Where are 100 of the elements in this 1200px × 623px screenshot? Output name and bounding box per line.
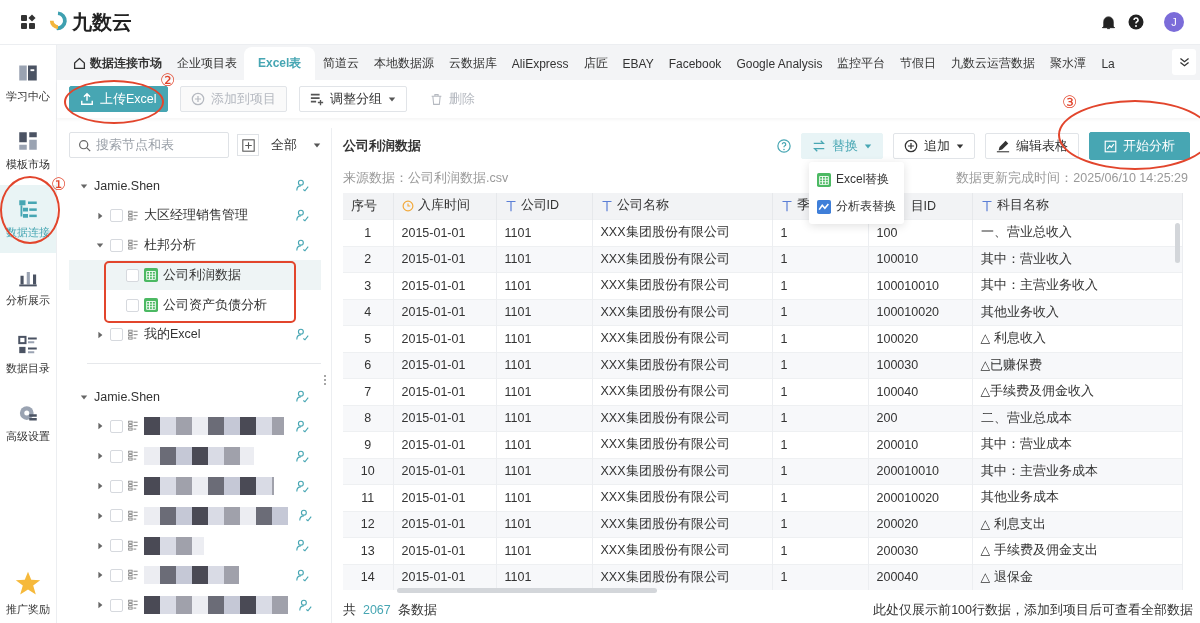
caret-right-icon[interactable]: [96, 601, 104, 610]
nav-item[interactable]: 高级设置: [0, 389, 56, 457]
table-cell: XXX集团股份有限公司: [592, 299, 772, 326]
checkbox[interactable]: [110, 419, 123, 433]
caret-right-icon[interactable]: [96, 482, 104, 491]
table-cell: XXX集团股份有限公司: [592, 458, 772, 485]
tab[interactable]: Facebook: [661, 47, 729, 80]
checkbox[interactable]: [110, 209, 123, 223]
text-type-icon: [600, 199, 613, 212]
nav-item[interactable]: 数据目录: [0, 321, 56, 389]
tree-item-label[interactable]: 公司资产负债分析: [163, 296, 309, 314]
table-cell: XXX集团股份有限公司: [592, 352, 772, 379]
table-cell: 1: [772, 352, 868, 379]
caret-right-icon[interactable]: [96, 541, 104, 550]
table-cell: 1101: [496, 458, 592, 485]
menu-item[interactable]: Excel替换: [809, 166, 904, 193]
checkbox[interactable]: [110, 568, 123, 582]
table-cell: 2015-01-01: [393, 564, 496, 590]
table-cell: XXX集团股份有限公司: [592, 564, 772, 590]
checkbox[interactable]: [126, 268, 139, 282]
share-user-icon: [299, 509, 312, 523]
checkbox[interactable]: [110, 598, 123, 612]
tab[interactable]: EBAY: [615, 47, 662, 80]
checkbox[interactable]: [110, 449, 123, 463]
scrollbar[interactable]: [1175, 223, 1180, 263]
nav-item[interactable]: 分析展示: [0, 253, 56, 321]
checkbox[interactable]: [126, 298, 139, 312]
tab[interactable]: AliExpress: [504, 47, 577, 80]
checkbox[interactable]: [110, 509, 123, 523]
tab[interactable]: 聚水潭: [1042, 47, 1094, 80]
caret-icon: [956, 142, 964, 150]
group-label[interactable]: Jamie.Shen: [94, 178, 291, 193]
table-cell: 1101: [496, 511, 592, 538]
table-cell: XXX集团股份有限公司: [592, 511, 772, 538]
tab[interactable]: 监控平台: [829, 47, 893, 80]
tab[interactable]: La: [1093, 47, 1123, 80]
nav-item[interactable]: 学习中心: [0, 49, 56, 117]
tab[interactable]: 节假日: [892, 47, 944, 80]
caret-down-icon[interactable]: [96, 241, 104, 250]
tab[interactable]: Google Analysis: [728, 47, 830, 80]
checkbox[interactable]: [110, 539, 123, 553]
caret-down-icon[interactable]: [80, 392, 88, 401]
filter-dropdown[interactable]: 全部: [271, 136, 321, 154]
column-header[interactable]: 科目名称: [972, 193, 1182, 220]
caret-right-icon[interactable]: [96, 422, 104, 431]
folder-grid-icon: [128, 509, 139, 522]
toolbar-button[interactable]: 调整分组: [298, 86, 407, 112]
folder-grid-icon: [128, 420, 139, 433]
table-cell: XXX集团股份有限公司: [592, 246, 772, 273]
column-header[interactable]: 公司名称: [592, 193, 772, 220]
table-cell: 1: [772, 405, 868, 432]
plus-circle-icon: [904, 139, 918, 153]
tab[interactable]: 本地数据源: [366, 47, 442, 80]
spreadsheet-icon: [144, 268, 158, 283]
group-label[interactable]: Jamie.Shen: [94, 389, 291, 404]
annotation-number: ③: [1062, 94, 1078, 111]
table-cell: △ 退保金: [972, 564, 1182, 590]
logo-text: 九数云: [72, 9, 132, 35]
table-cell: 1101: [496, 299, 592, 326]
share-user-icon: [296, 568, 309, 582]
checkbox[interactable]: [110, 328, 123, 342]
caret-right-icon[interactable]: [96, 211, 104, 220]
tree-item-label[interactable]: 大区经理销售管理: [144, 207, 291, 225]
caret-right-icon[interactable]: [96, 511, 104, 520]
scrollbar[interactable]: [397, 588, 657, 593]
tab[interactable]: 云数据库: [441, 47, 505, 80]
plus-circle-icon: [190, 92, 205, 106]
tab[interactable]: 九数云运营数据: [943, 47, 1043, 80]
caret-right-icon[interactable]: [96, 452, 104, 461]
blurred-text: [144, 536, 204, 555]
share-user-icon: [296, 479, 309, 493]
share-user-icon: [296, 390, 309, 404]
help-icon: [1128, 14, 1144, 30]
nav-item[interactable]: 推广奖励: [0, 563, 56, 623]
action-button[interactable]: 追加: [893, 133, 975, 159]
add-button[interactable]: [237, 134, 259, 156]
table-cell: 2015-01-01: [393, 352, 496, 379]
table-cell: 1: [772, 564, 868, 590]
checkbox[interactable]: [110, 479, 123, 493]
tree-item-label[interactable]: 我的Excel: [144, 326, 291, 344]
caret-down-icon[interactable]: [80, 181, 88, 190]
caret-icon: [864, 142, 872, 150]
tree-item-label[interactable]: 杜邦分析: [144, 237, 291, 254]
table-cell: 100010: [868, 246, 972, 273]
text-type-icon: [980, 199, 993, 212]
column-header[interactable]: 入库时间: [393, 193, 496, 220]
column-header[interactable]: 公司ID: [496, 193, 592, 220]
user-avatar[interactable]: J: [1164, 12, 1184, 32]
caret-right-icon[interactable]: [96, 330, 104, 339]
caret-right-icon[interactable]: [96, 571, 104, 580]
expand-tabs-button[interactable]: [1172, 49, 1196, 75]
tab[interactable]: 店匠: [576, 47, 616, 80]
table-cell: 14: [343, 564, 393, 590]
folder-grid-icon: [128, 539, 139, 552]
table-cell: XXX集团股份有限公司: [592, 405, 772, 432]
table-cell: 其他业务收入: [972, 299, 1182, 326]
caret-icon: [313, 141, 321, 149]
column-header[interactable]: 序号: [343, 193, 393, 220]
checkbox[interactable]: [110, 239, 123, 252]
tab[interactable]: 简道云: [315, 47, 367, 80]
